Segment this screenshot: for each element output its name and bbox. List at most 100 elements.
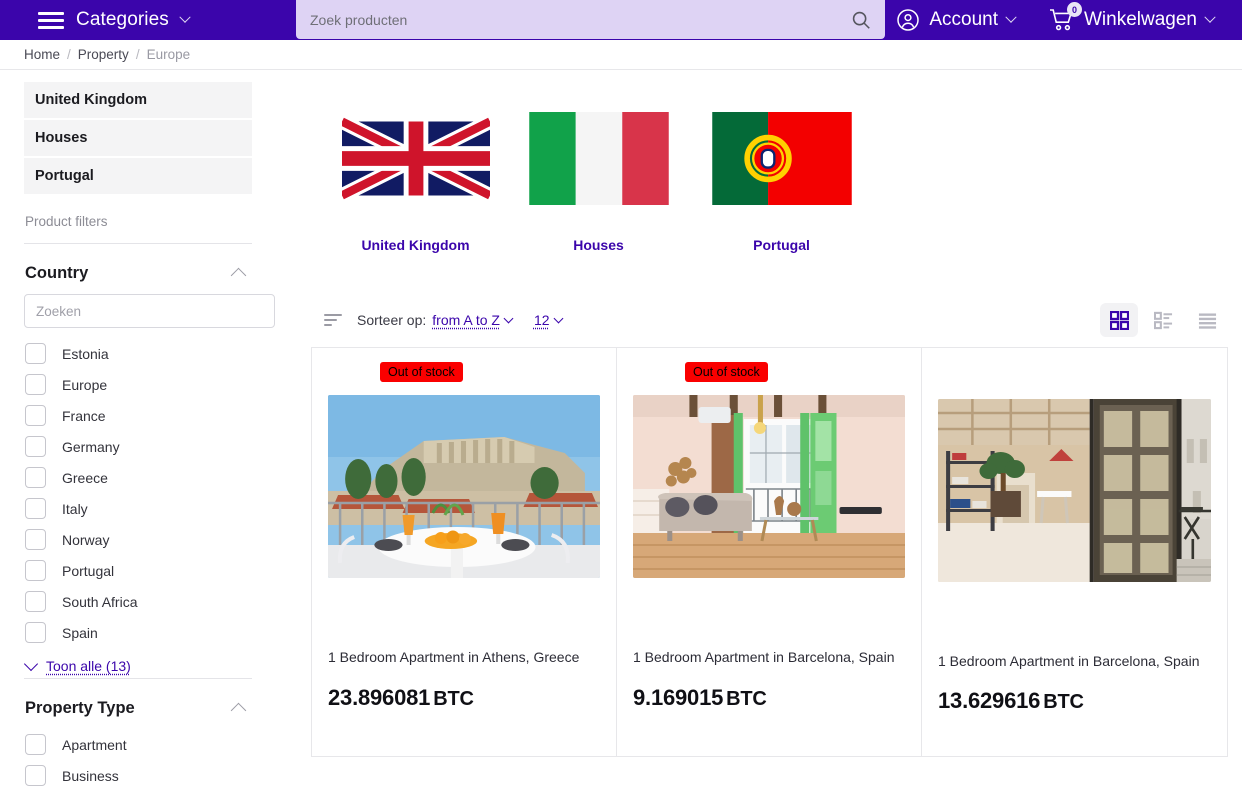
page-size-value: 12: [534, 312, 550, 328]
product-price-value: 23.896081: [328, 685, 430, 710]
breadcrumb: Home / Property / Europe: [0, 40, 1242, 70]
country-option-label: Spain: [62, 625, 98, 641]
search-input[interactable]: [296, 12, 837, 28]
sidebar-category-list: United Kingdom Houses Portugal: [24, 82, 252, 196]
account-label: Account: [929, 9, 998, 31]
compact-list-view-button[interactable]: [1188, 303, 1226, 337]
divider: [24, 678, 252, 679]
page-body: United Kingdom Houses Portugal Product f…: [0, 70, 1242, 787]
country-option-label: South Africa: [62, 594, 138, 610]
country-option-label: France: [62, 408, 106, 424]
hamburger-icon: [38, 12, 64, 29]
country-options-list: Estonia Europe France Germany Greece Ita…: [24, 328, 252, 648]
country-option-south-africa[interactable]: South Africa: [25, 586, 252, 617]
product-thumbnail[interactable]: [938, 399, 1211, 582]
country-option-label: Norway: [62, 532, 109, 548]
facet-title-property-type: Property Type: [25, 699, 135, 718]
sort-by-label: Sorteer op:: [357, 312, 426, 328]
facet-title-country: Country: [25, 264, 88, 283]
sidebar-item-united-kingdom[interactable]: United Kingdom: [24, 82, 252, 120]
product-price-value: 13.629616: [938, 688, 1040, 713]
country-option-europe[interactable]: Europe: [25, 369, 252, 400]
checkbox-icon[interactable]: [25, 560, 46, 581]
checkbox-icon[interactable]: [25, 591, 46, 612]
chevron-down-icon: [24, 657, 38, 671]
chevron-down-icon: [179, 12, 190, 23]
main-content: United Kingdom Houses Portugal Sorteer o…: [276, 70, 1242, 787]
category-tile-portugal[interactable]: Portugal: [690, 112, 873, 253]
page-size-dropdown[interactable]: 12: [534, 312, 562, 328]
checkbox-icon[interactable]: [25, 436, 46, 457]
product-thumbnail[interactable]: [328, 395, 600, 578]
barcelona-loft-terrace-photo-icon: [938, 399, 1211, 582]
cart-label: Winkelwagen: [1084, 9, 1197, 31]
categories-label: Categories: [76, 9, 169, 31]
checkbox-icon[interactable]: [25, 343, 46, 364]
checkbox-icon[interactable]: [25, 498, 46, 519]
property-type-option-business[interactable]: Business: [25, 760, 252, 791]
user-circle-icon: [896, 8, 920, 32]
flag-portugal-icon: [708, 112, 856, 205]
categories-menu-button[interactable]: Categories: [38, 9, 189, 31]
show-all-countries-link[interactable]: Toon alle (13): [24, 648, 252, 678]
facet-header-property-type[interactable]: Property Type: [24, 685, 252, 729]
product-price: 9.169015 BTC: [633, 685, 905, 711]
product-card[interactable]: Out of stock: [312, 348, 617, 756]
country-option-label: Europe: [62, 377, 107, 393]
cart-menu-button[interactable]: 0 Winkelwagen: [1049, 8, 1214, 32]
checkbox-icon[interactable]: [25, 374, 46, 395]
checkbox-icon[interactable]: [25, 765, 46, 786]
status-badge-placeholder: [938, 362, 1211, 386]
search-bar: [296, 0, 885, 39]
country-filter-search-input[interactable]: [24, 294, 275, 328]
category-tile-united-kingdom[interactable]: United Kingdom: [324, 112, 507, 253]
checkbox-icon[interactable]: [25, 734, 46, 755]
sidebar: United Kingdom Houses Portugal Product f…: [0, 70, 276, 787]
country-option-france[interactable]: France: [25, 400, 252, 431]
country-option-germany[interactable]: Germany: [25, 431, 252, 462]
sort-order-dropdown[interactable]: from A to Z: [432, 312, 512, 328]
product-grid: Out of stock 1 Bedroom Apartment in Athe…: [311, 347, 1228, 757]
checkbox-icon[interactable]: [25, 467, 46, 488]
country-option-portugal[interactable]: Portugal: [25, 555, 252, 586]
country-option-label: Portugal: [62, 563, 114, 579]
property-type-option-apartment[interactable]: Apartment: [25, 729, 252, 760]
country-option-label: Estonia: [62, 346, 109, 362]
cart-count-badge: 0: [1067, 2, 1082, 17]
property-type-option-label: Business: [62, 768, 119, 784]
checkbox-icon[interactable]: [25, 622, 46, 643]
breadcrumb-separator: /: [136, 47, 140, 62]
country-option-greece[interactable]: Greece: [25, 462, 252, 493]
sort-icon: [324, 314, 342, 326]
flag-italy-icon: [525, 112, 673, 205]
sidebar-item-houses[interactable]: Houses: [24, 120, 252, 158]
product-title: 1 Bedroom Apartment in Barcelona, Spain: [633, 648, 905, 666]
grid-view-icon: [1110, 311, 1129, 330]
nav-right-group: Account 0 Winkelwagen: [896, 8, 1214, 32]
country-option-italy[interactable]: Italy: [25, 493, 252, 524]
checkbox-icon[interactable]: [25, 405, 46, 426]
product-card[interactable]: 1 Bedroom Apartment in Barcelona, Spain …: [922, 348, 1227, 756]
country-option-norway[interactable]: Norway: [25, 524, 252, 555]
status-badge: Out of stock: [685, 362, 768, 382]
account-menu-button[interactable]: Account: [896, 8, 1015, 32]
search-icon: [850, 9, 872, 31]
list-view-button[interactable]: [1144, 303, 1182, 337]
search-button[interactable]: [837, 0, 885, 39]
checkbox-icon[interactable]: [25, 529, 46, 550]
product-price-currency: BTC: [726, 688, 767, 710]
product-title: 1 Bedroom Apartment in Athens, Greece: [328, 648, 600, 666]
country-option-estonia[interactable]: Estonia: [25, 338, 252, 369]
grid-view-button[interactable]: [1100, 303, 1138, 337]
compact-list-view-icon: [1198, 311, 1217, 330]
category-tile-label: United Kingdom: [361, 237, 469, 253]
barcelona-living-room-green-doors-photo-icon: [633, 395, 905, 578]
product-card[interactable]: Out of stock: [617, 348, 922, 756]
sidebar-item-portugal[interactable]: Portugal: [24, 158, 252, 196]
facet-header-country[interactable]: Country: [24, 250, 252, 294]
country-option-spain[interactable]: Spain: [25, 617, 252, 648]
breadcrumb-item-property[interactable]: Property: [78, 47, 129, 62]
category-tile-houses[interactable]: Houses: [507, 112, 690, 253]
breadcrumb-item-home[interactable]: Home: [24, 47, 60, 62]
product-thumbnail[interactable]: [633, 395, 905, 578]
